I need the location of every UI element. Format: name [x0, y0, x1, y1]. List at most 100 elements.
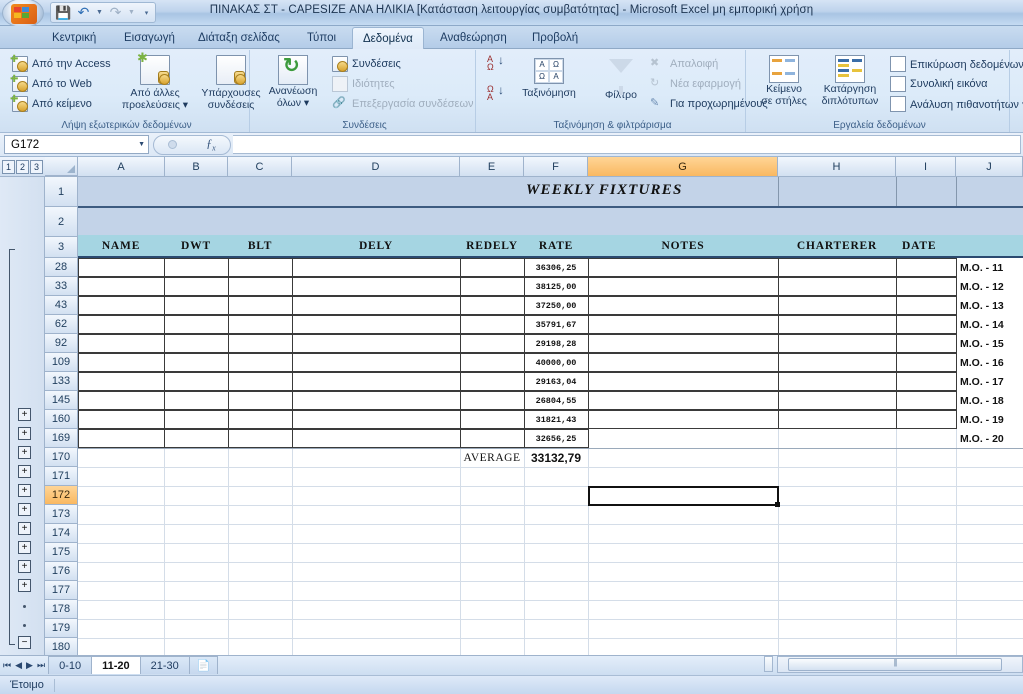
- from-access-button[interactable]: ✚ Από την Access: [10, 54, 111, 72]
- rate-value-row-92[interactable]: 29198,28: [524, 334, 588, 353]
- sort-dialog-button[interactable]: AΩΩA Ταξινόμηση: [510, 58, 588, 99]
- table-row[interactable]: [778, 315, 897, 334]
- outline-toggle-row-109[interactable]: +: [18, 503, 31, 516]
- table-row[interactable]: [588, 353, 779, 372]
- table-row[interactable]: [896, 410, 957, 429]
- table-row[interactable]: [228, 353, 293, 372]
- table-row[interactable]: [164, 334, 229, 353]
- table-row[interactable]: [896, 296, 957, 315]
- column-header-j[interactable]: J: [956, 157, 1023, 176]
- table-row[interactable]: [778, 353, 897, 372]
- table-row[interactable]: [78, 353, 165, 372]
- row-header-43[interactable]: 43: [45, 296, 78, 315]
- average-value[interactable]: 33132,79: [524, 448, 588, 467]
- table-row[interactable]: [292, 258, 461, 277]
- tab-page-layout[interactable]: Διάταξη σελίδας: [188, 27, 290, 49]
- table-row[interactable]: [460, 429, 525, 448]
- outline-toggle-row-62[interactable]: +: [18, 465, 31, 478]
- sheet-tab-0-10[interactable]: 0-10: [48, 656, 93, 674]
- table-row[interactable]: [292, 296, 461, 315]
- column-header-i[interactable]: I: [896, 157, 956, 176]
- table-row[interactable]: [896, 372, 957, 391]
- table-row[interactable]: [896, 277, 957, 296]
- tab-insert[interactable]: Εισαγωγή: [114, 27, 185, 49]
- table-header-charterer[interactable]: CHARTERER: [778, 235, 896, 256]
- rate-value-row-145[interactable]: 26804,55: [524, 391, 588, 410]
- rate-value-row-160[interactable]: 31821,43: [524, 410, 588, 429]
- sheet-tab-21-30[interactable]: 21-30: [139, 656, 190, 674]
- outline-level-2-button[interactable]: 2: [16, 159, 29, 174]
- row-header-92[interactable]: 92: [45, 334, 78, 353]
- table-row[interactable]: [78, 391, 165, 410]
- table-row[interactable]: [228, 391, 293, 410]
- row-header-174[interactable]: 174: [45, 524, 78, 543]
- column-header-h[interactable]: H: [778, 157, 896, 176]
- table-row[interactable]: [228, 277, 293, 296]
- column-header-e[interactable]: E: [460, 157, 524, 176]
- outline-toggle-row-145[interactable]: +: [18, 541, 31, 554]
- first-sheet-icon[interactable]: ⏮: [3, 660, 11, 671]
- table-row[interactable]: [778, 372, 897, 391]
- table-row[interactable]: [78, 410, 165, 429]
- outline-toggle-row-28[interactable]: +: [18, 408, 31, 421]
- table-row[interactable]: [778, 334, 897, 353]
- table-header-notes[interactable]: NOTES: [588, 235, 778, 256]
- row-header-109[interactable]: 109: [45, 353, 78, 372]
- column-header-b[interactable]: B: [165, 157, 228, 176]
- reapply-button[interactable]: ↻ Νέα εφαρμογή: [650, 76, 741, 92]
- outline-toggle-row-169[interactable]: +: [18, 579, 31, 592]
- table-row[interactable]: [460, 334, 525, 353]
- column-header-f[interactable]: F: [524, 157, 588, 176]
- table-row[interactable]: [164, 296, 229, 315]
- connections-button[interactable]: Συνδέσεις: [332, 56, 401, 72]
- row-header-173[interactable]: 173: [45, 505, 78, 524]
- outline-toggle-row-43[interactable]: +: [18, 446, 31, 459]
- table-row[interactable]: [460, 353, 525, 372]
- row-header-133[interactable]: 133: [45, 372, 78, 391]
- table-row[interactable]: [460, 391, 525, 410]
- name-box[interactable]: G172 ▼: [4, 135, 149, 154]
- outline-toggle-row-172[interactable]: −: [18, 636, 31, 649]
- column-header-g[interactable]: G: [588, 157, 778, 176]
- table-row[interactable]: [292, 429, 461, 448]
- consolidate-button[interactable]: Συνολική εικόνα: [890, 76, 988, 92]
- table-row[interactable]: [164, 353, 229, 372]
- sheet-title-cell[interactable]: WEEKLY FIXTURES: [526, 182, 683, 199]
- row-header-1[interactable]: 1: [45, 177, 78, 207]
- column-header-c[interactable]: C: [228, 157, 292, 176]
- mo-label-row-169[interactable]: M.O. - 20: [956, 429, 1023, 448]
- clear-filter-button[interactable]: ✖ Απαλοιφή: [650, 56, 718, 72]
- row-header-145[interactable]: 145: [45, 391, 78, 410]
- table-row[interactable]: [588, 277, 779, 296]
- table-header-blt[interactable]: BLT: [228, 235, 292, 256]
- table-row[interactable]: [164, 372, 229, 391]
- tab-data[interactable]: Δεδομένα: [352, 27, 424, 49]
- table-row[interactable]: [588, 315, 779, 334]
- last-sheet-icon[interactable]: ⏭: [37, 660, 45, 671]
- mo-label-row-145[interactable]: M.O. - 18: [956, 391, 1023, 410]
- table-row[interactable]: [778, 277, 897, 296]
- mo-label-row-62[interactable]: M.O. - 14: [956, 315, 1023, 334]
- table-row[interactable]: [896, 258, 957, 277]
- table-row[interactable]: [164, 391, 229, 410]
- cancel-icon[interactable]: [168, 140, 178, 149]
- table-row[interactable]: [896, 334, 957, 353]
- text-to-columns-button[interactable]: Κείμενο σε στήλες: [756, 55, 812, 107]
- table-row[interactable]: [460, 258, 525, 277]
- table-row[interactable]: [228, 372, 293, 391]
- table-row[interactable]: [778, 296, 897, 315]
- horizontal-scroll-thumb[interactable]: [788, 658, 1002, 671]
- sort-ascending-button[interactable]: A Ω ↓: [484, 54, 506, 72]
- row-header-178[interactable]: 178: [45, 600, 78, 619]
- table-header-date[interactable]: DATE: [896, 235, 956, 256]
- prev-sheet-icon[interactable]: ◀: [15, 660, 22, 671]
- from-web-button[interactable]: ✚ Από το Web: [10, 74, 92, 92]
- formula-input[interactable]: [233, 135, 1021, 154]
- table-row[interactable]: [292, 334, 461, 353]
- table-row[interactable]: [78, 258, 165, 277]
- rate-value-row-109[interactable]: 40000,00: [524, 353, 588, 372]
- table-row[interactable]: [588, 296, 779, 315]
- table-row[interactable]: [228, 410, 293, 429]
- insert-worksheet-icon[interactable]: 📄: [188, 656, 219, 674]
- row-header-172[interactable]: 172: [45, 486, 78, 505]
